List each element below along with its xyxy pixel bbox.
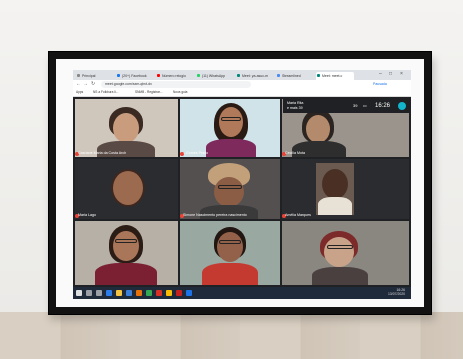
meeting-time: 16:26 bbox=[375, 103, 391, 109]
tab[interactable]: (11) WhatsApp bbox=[196, 72, 234, 80]
search-icon[interactable] bbox=[86, 290, 92, 296]
close-icon[interactable]: × bbox=[400, 71, 403, 77]
participant-face bbox=[214, 177, 244, 207]
participant-name: Cecília Mota bbox=[285, 151, 305, 155]
browser-tab-bar: Principal (20+) Facebook Número relogio … bbox=[73, 70, 411, 80]
tab-label: (11) WhatsApp bbox=[202, 74, 226, 78]
participant-tile[interactable]: Simone Nascimento pereira nascimento bbox=[180, 159, 280, 219]
meeting-title-line: Maria Rita bbox=[287, 101, 304, 105]
windows-taskbar: 16:26 13/07/2020 bbox=[73, 287, 411, 299]
glasses bbox=[221, 117, 241, 121]
participant-name: Amélia Marques bbox=[285, 213, 311, 217]
app-icon[interactable] bbox=[186, 290, 192, 296]
chrome-icon[interactable] bbox=[166, 290, 172, 296]
tab-label: Principal bbox=[82, 74, 96, 78]
app-icon[interactable] bbox=[146, 290, 152, 296]
participant-avatar bbox=[111, 169, 145, 207]
chat-icon[interactable]: ▭ bbox=[363, 103, 367, 108]
tab-label: Streamlined bbox=[282, 74, 301, 78]
participant-body bbox=[318, 197, 352, 215]
start-icon[interactable] bbox=[76, 290, 82, 296]
participant-tile[interactable]: Amélia Marques bbox=[282, 159, 409, 219]
participant-name: Graciane Maria da Costa Arch bbox=[78, 151, 127, 155]
task-view-icon[interactable] bbox=[96, 290, 102, 296]
profile-button[interactable]: Pausada bbox=[373, 81, 387, 88]
user-avatar[interactable] bbox=[398, 102, 406, 110]
address-bar-row: ← → ↻ meet.google.com/sxm-qbvt-dx Pausad… bbox=[73, 80, 411, 89]
glasses bbox=[327, 245, 353, 249]
meeting-info-overlay: Maria Rita e mais 39 39 ▭ 16:26 bbox=[283, 99, 411, 113]
tab[interactable]: Meet: ya-asuc-m bbox=[236, 72, 274, 80]
participant-tile[interactable] bbox=[75, 221, 178, 285]
participant-tile[interactable] bbox=[282, 221, 409, 285]
participant-face bbox=[219, 107, 243, 137]
participant-name: Simone Nascimento pereira nascimento bbox=[183, 213, 247, 217]
taskbar-clock[interactable]: 16:26 13/07/2020 bbox=[388, 288, 405, 296]
tab-favicon-icon bbox=[157, 74, 160, 77]
bookmarks-bar: Apps NS a Folkbura li... SNMB - Registra… bbox=[73, 89, 411, 97]
tab[interactable]: Principal bbox=[76, 72, 114, 80]
participant-face bbox=[324, 237, 354, 267]
tab-favicon-icon bbox=[317, 74, 320, 77]
bookmark-item[interactable]: Nova guia bbox=[173, 90, 187, 94]
participant-body bbox=[95, 263, 157, 285]
tab[interactable]: Número relogio bbox=[156, 72, 194, 80]
tab-favicon-icon bbox=[117, 74, 120, 77]
participant-face bbox=[113, 231, 139, 261]
bookmark-item[interactable]: SNMB - Registrar... bbox=[135, 90, 162, 94]
participant-body bbox=[312, 267, 368, 285]
taskbar-date: 13/07/2020 bbox=[388, 292, 405, 296]
app-icon[interactable] bbox=[156, 290, 162, 296]
tab-label: Meet: ya-asuc-m bbox=[242, 74, 269, 78]
glasses bbox=[115, 239, 137, 243]
file-explorer-icon[interactable] bbox=[116, 290, 122, 296]
meeting-subtitle-line: e mais 39 bbox=[287, 105, 303, 110]
participant-tile[interactable]: Maria Lago bbox=[75, 159, 178, 219]
participant-count[interactable]: 39 bbox=[353, 103, 357, 108]
reload-icon[interactable]: ↻ bbox=[91, 81, 95, 87]
tab-favicon-icon bbox=[77, 74, 80, 77]
framed-screenshot: Principal (20+) Facebook Número relogio … bbox=[73, 70, 411, 299]
video-call-grid: Graciane Maria da Costa Arch ...Gomes Pr… bbox=[73, 97, 411, 287]
tab-favicon-icon bbox=[237, 74, 240, 77]
participant-face bbox=[322, 169, 348, 199]
participant-tile[interactable]: Graciane Maria da Costa Arch bbox=[75, 99, 178, 157]
bookmark-item[interactable]: NS a Folkbura li... bbox=[93, 90, 118, 94]
url-field[interactable]: meet.google.com/sxm-qbvt-dx bbox=[101, 81, 251, 88]
tab-favicon-icon bbox=[277, 74, 280, 77]
participant-name: ...Gomes Prado bbox=[183, 151, 209, 155]
store-icon[interactable] bbox=[126, 290, 132, 296]
glasses bbox=[218, 185, 242, 189]
tab-label: (20+) Facebook bbox=[122, 74, 147, 78]
app-icon[interactable] bbox=[176, 290, 182, 296]
back-icon[interactable]: ← bbox=[76, 81, 81, 87]
participant-face bbox=[217, 232, 243, 262]
app-icon[interactable] bbox=[136, 290, 142, 296]
bookmark-item[interactable]: Apps bbox=[76, 90, 83, 94]
forward-icon[interactable]: → bbox=[83, 81, 88, 87]
tab[interactable]: (20+) Facebook bbox=[116, 72, 154, 80]
maximize-icon[interactable]: □ bbox=[389, 71, 392, 77]
tab-label: Meet: meet.c bbox=[322, 74, 343, 78]
participant-tile[interactable]: ...Gomes Prado bbox=[180, 99, 280, 157]
glasses bbox=[219, 240, 241, 244]
edge-icon[interactable] bbox=[106, 290, 112, 296]
tab-favicon-icon bbox=[197, 74, 200, 77]
minimize-icon[interactable]: – bbox=[379, 71, 382, 77]
meeting-title: Maria Rita e mais 39 bbox=[287, 101, 303, 110]
participant-body bbox=[206, 139, 256, 157]
participant-body bbox=[202, 263, 258, 285]
tab[interactable]: Streamlined bbox=[276, 72, 314, 80]
tab-label: Número relogio bbox=[162, 74, 186, 78]
participant-face bbox=[306, 115, 330, 143]
tab-active[interactable]: Meet: meet.c bbox=[316, 72, 354, 80]
participant-face bbox=[113, 113, 139, 143]
participant-tile[interactable] bbox=[180, 221, 280, 285]
participant-name: Maria Lago bbox=[78, 213, 96, 217]
